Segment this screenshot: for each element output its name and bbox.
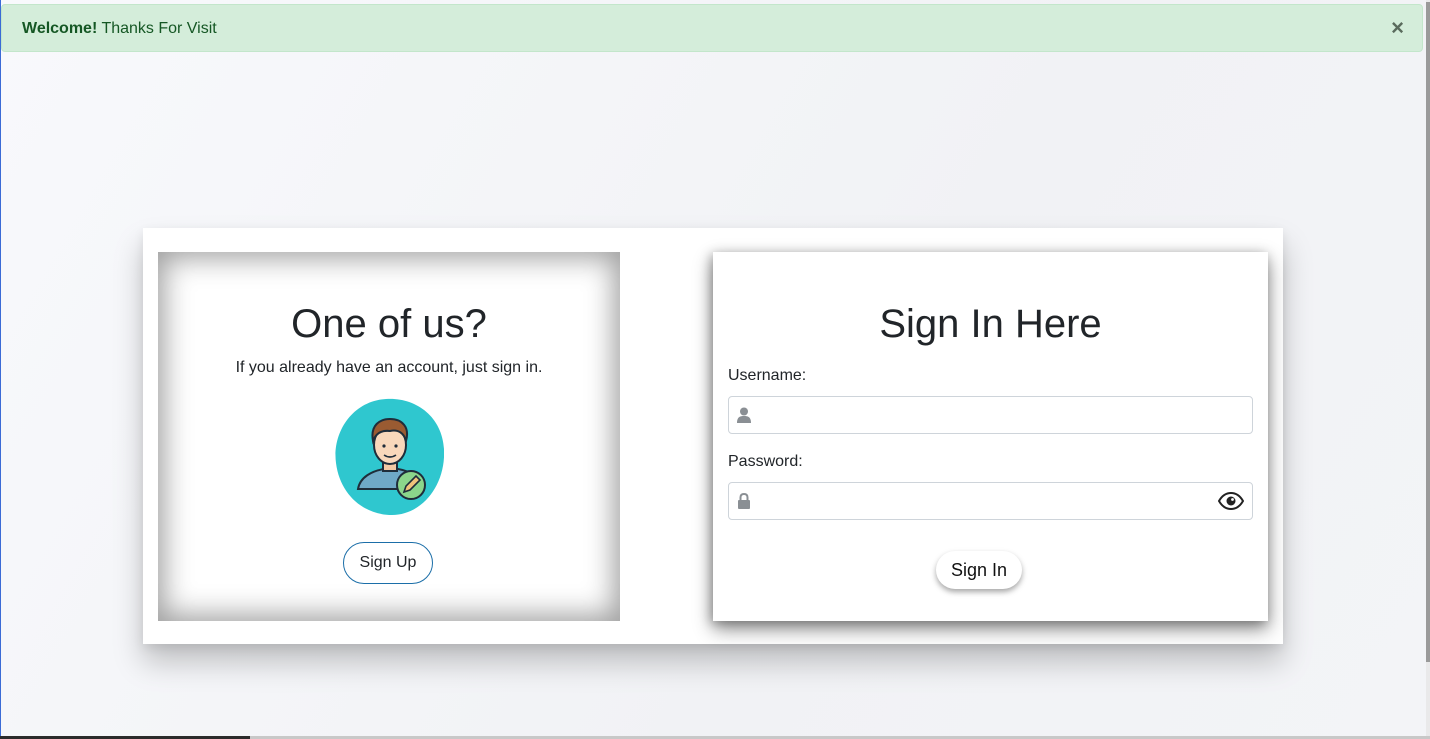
lock-icon <box>738 493 750 509</box>
close-icon[interactable]: × <box>1391 17 1404 39</box>
signup-title: One of us? <box>291 302 487 346</box>
user-edit-avatar-icon <box>335 398 444 515</box>
alert-text: Thanks For Visit <box>97 20 217 37</box>
scrollbar-thumb[interactable] <box>1426 2 1430 662</box>
alert-strong: Welcome! <box>22 20 98 37</box>
auth-container: One of us? If you already have an accoun… <box>143 228 1283 644</box>
password-label: Password: <box>728 453 803 470</box>
signin-panel: Sign In Here Username: Password: Sign In <box>713 252 1268 621</box>
username-field[interactable] <box>728 396 1253 435</box>
user-icon <box>737 407 751 423</box>
signin-title: Sign In Here <box>879 302 1102 346</box>
signup-subtitle: If you already have an account, just sig… <box>235 359 543 376</box>
username-label: Username: <box>728 367 807 384</box>
alert-message: Welcome! Thanks For Visit <box>22 20 217 38</box>
window-left-edge <box>0 0 1 739</box>
username-input[interactable] <box>759 397 1213 435</box>
sign-in-button[interactable]: Sign In <box>936 551 1022 589</box>
sign-up-button[interactable]: Sign Up <box>343 542 433 584</box>
eye-icon[interactable] <box>1218 492 1244 510</box>
welcome-alert: Welcome! Thanks For Visit × <box>1 4 1423 52</box>
scrollbar[interactable] <box>1426 0 1430 736</box>
password-field[interactable] <box>728 482 1253 521</box>
password-input[interactable] <box>759 483 1213 521</box>
signup-panel: One of us? If you already have an accoun… <box>158 252 620 621</box>
